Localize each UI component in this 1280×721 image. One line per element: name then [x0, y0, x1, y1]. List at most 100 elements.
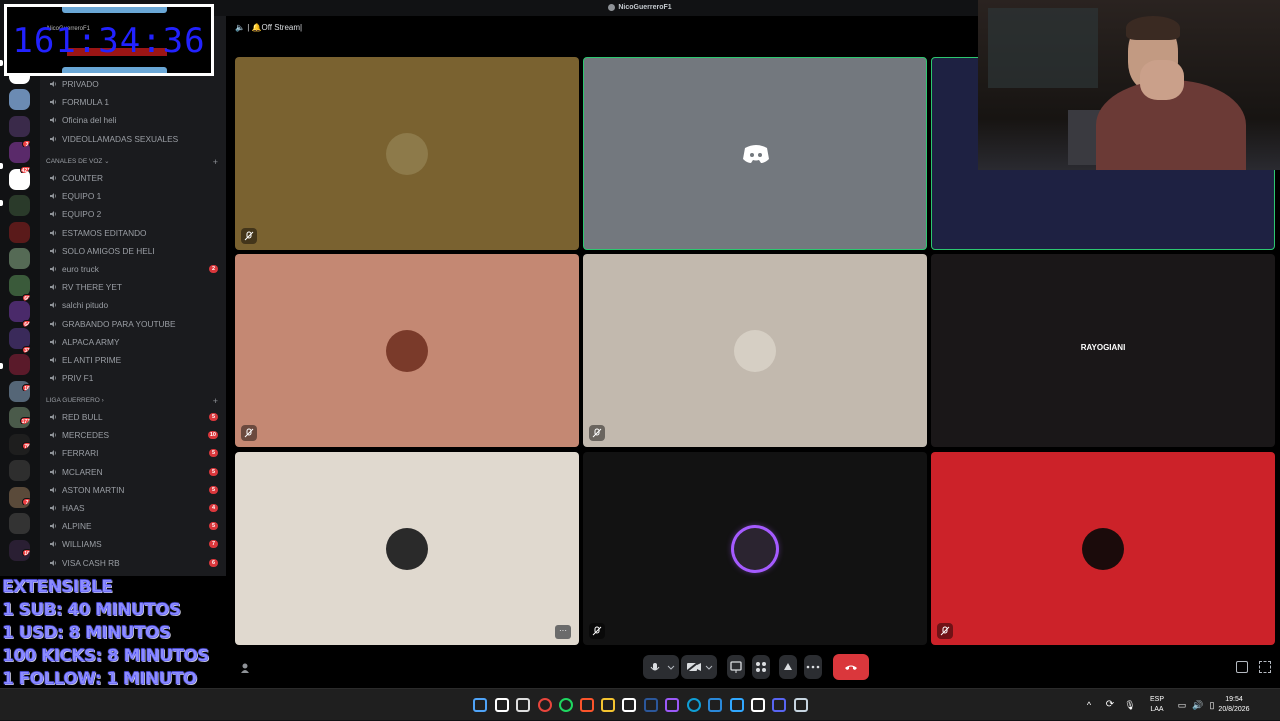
server-icon[interactable] [9, 221, 30, 243]
channel-item[interactable]: VIDEOLLAMADAS SEXUALES [46, 131, 222, 147]
participant-tile[interactable]: ··· [235, 452, 579, 645]
channel-item[interactable]: EQUIPO 1 [46, 188, 222, 204]
start-icon[interactable] [473, 698, 487, 712]
badge-count: 33 [22, 346, 30, 353]
channel-item[interactable]: FERRARI 5 [46, 445, 222, 461]
soundboard-button[interactable] [779, 655, 797, 679]
channel-item[interactable]: euro truck 2 [46, 261, 222, 277]
obs-icon[interactable] [516, 698, 530, 712]
clock[interactable]: 19:54 20/8/2026 [1212, 689, 1256, 721]
language-indicator[interactable]: ESP LAA [1146, 689, 1168, 721]
discord-logo-icon [743, 145, 769, 163]
channel-item[interactable]: SOLO AMIGOS DE HELI [46, 243, 222, 259]
server-icon[interactable] [9, 513, 30, 534]
channel-item[interactable]: ALPINE 5 [46, 518, 222, 534]
participant-tile[interactable] [931, 452, 1275, 645]
call-channel-name[interactable]: | 🔔Off Stream| [247, 23, 302, 32]
channel-name: RED BULL [62, 412, 103, 422]
store-icon[interactable] [708, 698, 722, 712]
channel-item[interactable]: PRIVADO [46, 76, 222, 92]
spotify-icon[interactable] [559, 698, 573, 712]
channel-item[interactable]: EQUIPO 2 [46, 206, 222, 222]
capcut-icon[interactable] [751, 698, 765, 712]
channel-name: MERCEDES [62, 430, 110, 441]
server-mention-badge: 7 [9, 484, 30, 505]
fullscreen-icon[interactable] [1259, 661, 1271, 673]
chrome-icon[interactable] [538, 698, 552, 712]
channel-item[interactable]: COUNTER [46, 170, 222, 186]
participant-tile[interactable] [583, 452, 927, 645]
network-icon[interactable]: ▭ [1176, 689, 1188, 721]
server-mention-badge: 10 [9, 535, 30, 556]
participant-tile[interactable] [583, 254, 927, 447]
participant-tile[interactable] [235, 57, 579, 250]
discord-icon[interactable] [772, 698, 786, 712]
activities-icon [756, 662, 766, 672]
microphone-button[interactable] [643, 655, 679, 679]
server-icon[interactable] [9, 89, 30, 110]
channel-item[interactable]: GRABANDO PARA YOUTUBE [46, 316, 222, 332]
channel-name: GRABANDO PARA YOUTUBE [62, 318, 176, 329]
voice-channel-icon [50, 357, 56, 363]
channel-item[interactable]: FORMULA 1 [46, 94, 222, 110]
category-league[interactable]: LIGA GUERRERO › + [46, 395, 222, 407]
clock-time: 19:54 [1225, 696, 1243, 703]
unread-indicator [0, 60, 3, 66]
xbox-icon[interactable] [622, 698, 636, 712]
category-voice[interactable]: CANALES DE VOZ ⌄ + [46, 156, 222, 168]
voice-channel-icon [50, 468, 56, 475]
channel-item[interactable]: RV THERE YET [46, 279, 222, 295]
more-options-button[interactable] [804, 655, 822, 679]
channel-name: EQUIPO 1 [62, 191, 102, 202]
word-icon[interactable] [644, 698, 658, 712]
microphone-tray-icon[interactable]: 🎙 [1124, 689, 1136, 721]
participant-tile[interactable]: RAYOGIANI [931, 254, 1275, 447]
channel-item[interactable]: WILLIAMS 7 [46, 536, 222, 552]
steam-icon[interactable] [794, 698, 808, 712]
channel-item[interactable]: VISA CASH RB 6 [46, 555, 222, 571]
camera-button[interactable] [681, 655, 717, 679]
participant-avatar [734, 527, 776, 570]
share-screen-button[interactable] [727, 655, 745, 679]
badge-count: 173 [19, 417, 30, 424]
overlay-line: EXTENSIBLE [2, 577, 113, 597]
sync-icon[interactable]: ⟳ [1103, 689, 1117, 721]
show-hidden-icons[interactable]: ^ [1083, 689, 1095, 721]
channel-item[interactable]: Oficina del heli [46, 112, 222, 128]
channel-item[interactable]: HAAS 4 [46, 500, 222, 516]
channel-item[interactable]: MCLAREN 5 [46, 464, 222, 480]
add-channel-icon[interactable]: + [213, 156, 218, 168]
channel-item[interactable]: EL ANTI PRIME [46, 352, 222, 368]
channel-item[interactable]: PRIV F1 [46, 370, 222, 386]
channel-name: FERRARI [62, 448, 99, 459]
brave-icon[interactable] [580, 698, 594, 712]
server-icon[interactable] [9, 460, 30, 481]
channel-item[interactable]: ESTAMOS EDITANDO [46, 225, 222, 241]
tile-more-button[interactable]: ··· [555, 625, 571, 639]
channel-item[interactable]: ALPACA ARMY [46, 334, 222, 350]
activities-button[interactable] [752, 655, 770, 679]
invite-icon[interactable] [240, 661, 252, 673]
search-icon[interactable] [495, 698, 509, 712]
server-mention-badge: 173 [9, 403, 30, 424]
volume-icon[interactable]: 🔊 [1192, 689, 1204, 721]
participant-tile[interactable] [583, 57, 927, 250]
photoshop-icon[interactable] [730, 698, 744, 712]
channel-item[interactable]: MERCEDES 10 [46, 427, 222, 443]
disconnect-button[interactable] [833, 654, 869, 680]
channel-name: ALPINE [62, 521, 92, 532]
speaker-icon: 🔈 [235, 23, 245, 32]
copilot-icon[interactable] [665, 698, 679, 712]
explorer-icon[interactable] [601, 698, 615, 712]
server-icon[interactable] [9, 248, 30, 269]
channel-item[interactable]: ASTON MARTIN 5 [46, 482, 222, 498]
edge-icon[interactable] [687, 698, 701, 712]
channel-name: Oficina del heli [62, 115, 117, 126]
add-channel-icon[interactable]: + [213, 395, 218, 407]
channel-item[interactable]: RED BULL 5 [46, 409, 222, 425]
channel-item[interactable]: salchi pitudo [46, 297, 222, 313]
server-icon[interactable] [9, 195, 30, 216]
participant-tile[interactable] [235, 254, 579, 447]
voice-channel-icon [50, 320, 56, 327]
popout-icon[interactable] [1236, 661, 1248, 673]
